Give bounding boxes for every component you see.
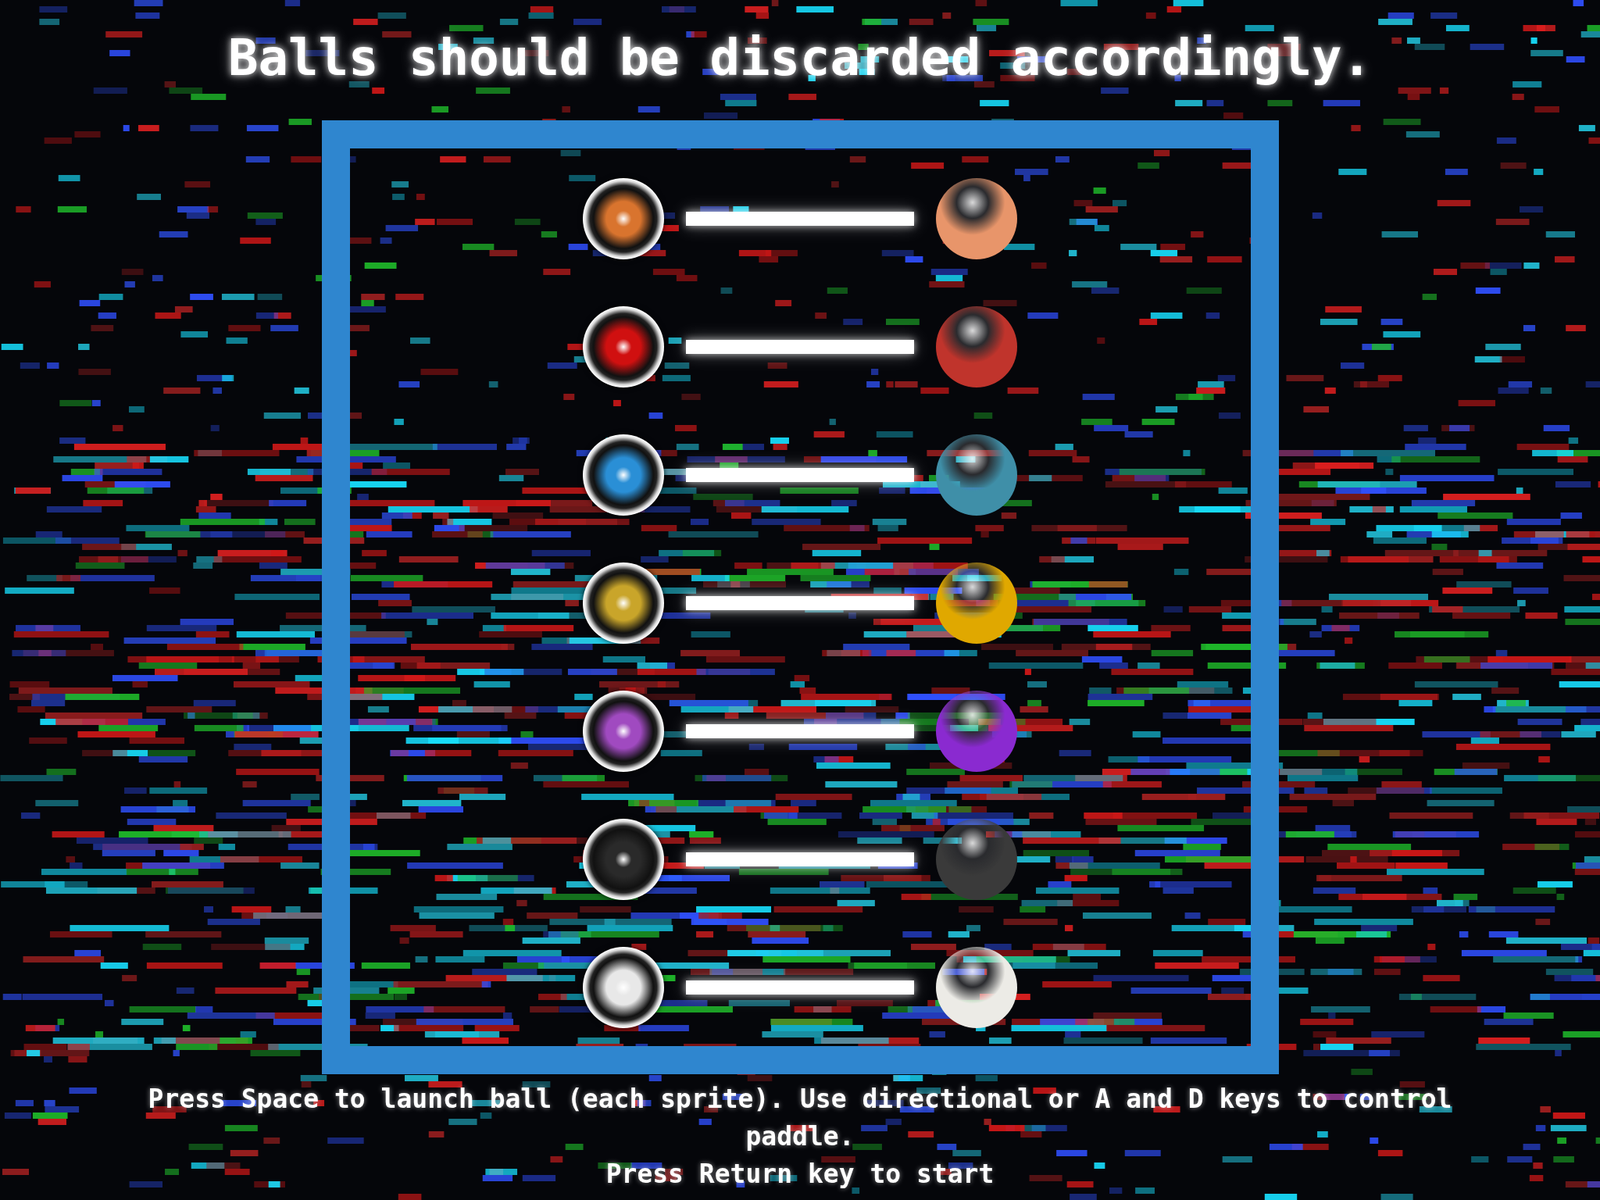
sprite-icon <box>582 818 665 900</box>
ball-icon <box>935 818 1018 900</box>
legend-frame <box>321 120 1279 1075</box>
ball-icon <box>935 562 1018 644</box>
ball-icon <box>935 178 1018 260</box>
title: Balls should be discarded accordingly. <box>228 26 1372 90</box>
link-bar <box>685 339 915 354</box>
link-bar <box>685 980 915 995</box>
legend-row <box>582 434 1018 516</box>
link-bar <box>685 211 915 226</box>
legend-row <box>582 178 1018 260</box>
instructions: Press Space to launch ball (each sprite)… <box>128 1080 1472 1193</box>
legend-row <box>582 946 1018 1029</box>
ball-icon <box>935 306 1018 388</box>
sprite-icon <box>582 306 665 388</box>
ball-icon <box>935 946 1018 1029</box>
sprite-icon <box>582 178 665 260</box>
link-bar <box>685 724 915 739</box>
link-bar <box>685 852 915 867</box>
link-bar <box>685 467 915 483</box>
legend-row <box>582 818 1018 900</box>
sprite-icon <box>582 690 665 772</box>
sprite-icon <box>582 434 665 516</box>
link-bar <box>685 596 915 611</box>
ball-icon <box>935 434 1018 516</box>
legend-row <box>582 306 1018 388</box>
legend-row <box>582 690 1018 772</box>
legend-row <box>582 562 1018 644</box>
instruction-line: Press Return key to start <box>128 1155 1472 1193</box>
ball-icon <box>935 690 1018 772</box>
instruction-line: Press Space to launch ball (each sprite)… <box>128 1080 1472 1156</box>
sprite-icon <box>582 562 665 644</box>
sprite-icon <box>582 946 665 1029</box>
